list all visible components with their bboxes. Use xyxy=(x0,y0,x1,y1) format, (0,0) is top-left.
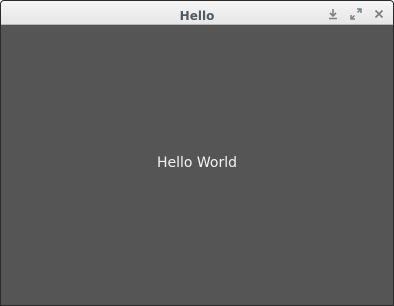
maximize-icon xyxy=(350,8,362,20)
close-icon xyxy=(373,8,385,20)
titlebar[interactable]: Hello xyxy=(1,1,393,25)
content-area: Hello World xyxy=(1,25,393,305)
download-icon xyxy=(327,8,339,20)
app-window: Hello Hello World xyxy=(0,0,394,306)
hello-label: Hello World xyxy=(156,155,238,171)
close-button[interactable] xyxy=(372,7,386,21)
download-button[interactable] xyxy=(326,7,340,21)
maximize-button[interactable] xyxy=(349,7,363,21)
